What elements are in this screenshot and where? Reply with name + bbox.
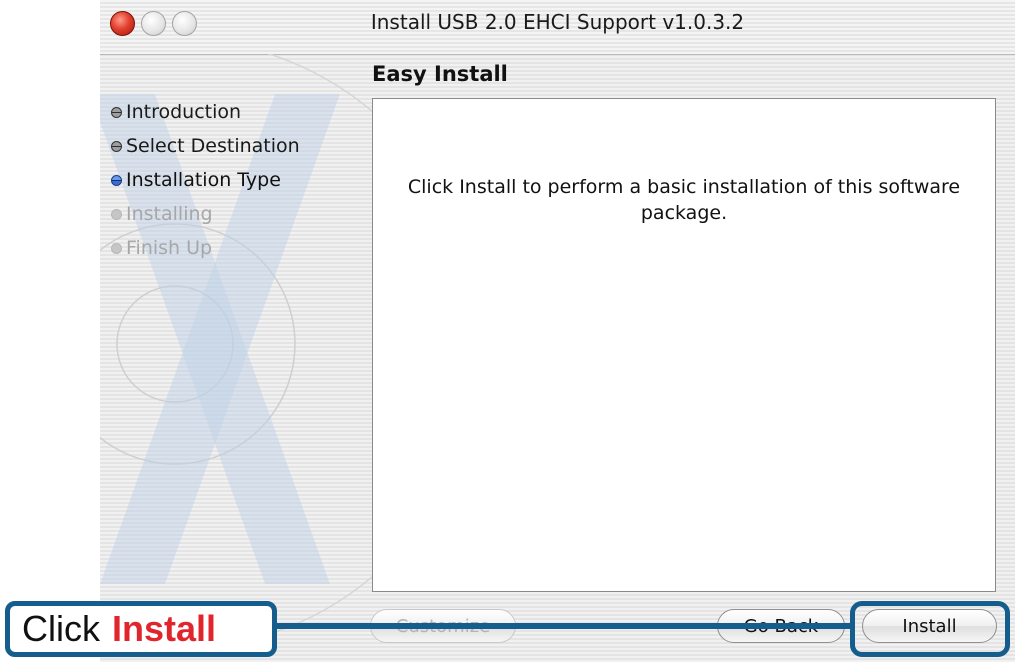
step-bullet-icon <box>111 140 122 152</box>
step-label: Installation Type <box>126 169 281 191</box>
pane-title: Easy Install <box>372 62 508 86</box>
step-select-destination: Select Destination <box>111 129 300 163</box>
step-installing: Installing <box>111 197 300 231</box>
install-button-highlight <box>850 601 1010 657</box>
step-bullet-icon <box>111 208 122 220</box>
step-label: Installing <box>126 203 213 225</box>
callout-highlight: Install <box>112 608 217 649</box>
step-label: Introduction <box>126 101 242 123</box>
step-finish-up: Finish Up <box>111 231 300 265</box>
step-label: Finish Up <box>126 237 213 259</box>
installer-steps: Introduction Select Destination Installa… <box>111 95 300 265</box>
window-title: Install USB 2.0 EHCI Support v1.0.3.2 <box>370 10 745 34</box>
callout-prefix: Click <box>22 608 100 649</box>
content-panel: Click Install to perform a basic install… <box>372 98 996 592</box>
step-label: Select Destination <box>126 135 300 157</box>
title-bar: Install USB 2.0 EHCI Support v1.0.3.2 <box>100 0 1015 55</box>
installer-window: Install USB 2.0 EHCI Support v1.0.3.2 Ea… <box>100 0 1015 662</box>
callout-connector <box>276 623 850 629</box>
current-step-bullet-icon <box>111 174 122 186</box>
callout-label: Click Install <box>5 601 277 657</box>
step-introduction: Introduction <box>111 95 300 129</box>
step-installation-type: Installation Type <box>111 163 300 197</box>
step-bullet-icon <box>111 106 122 118</box>
step-bullet-icon <box>111 242 122 254</box>
install-message: Click Install to perform a basic install… <box>407 176 961 224</box>
